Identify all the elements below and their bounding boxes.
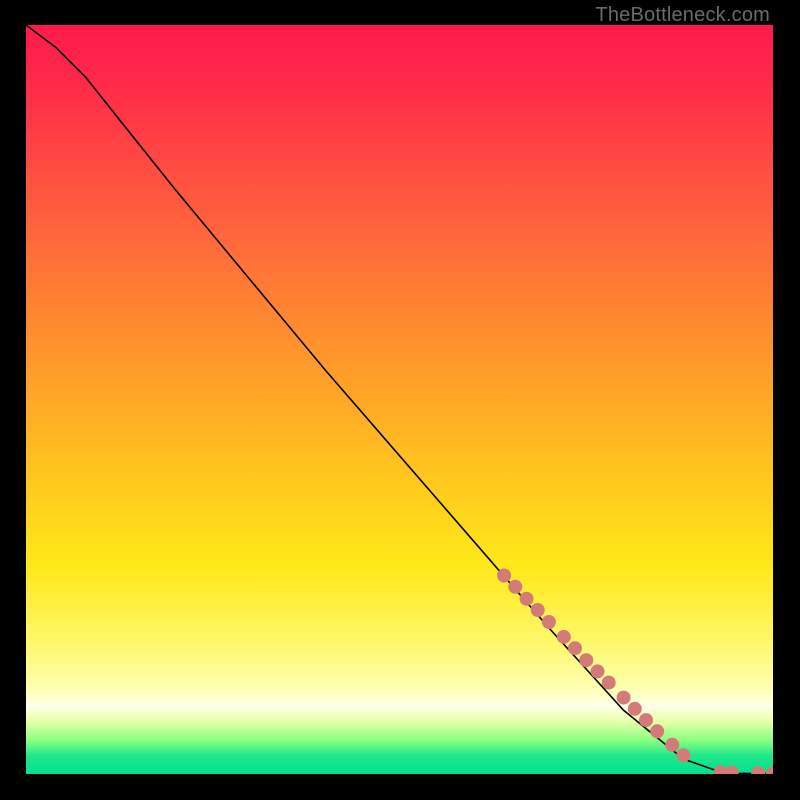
gradient-plot-area xyxy=(26,25,773,774)
watermark-text: TheBottleneck.com xyxy=(595,4,770,27)
